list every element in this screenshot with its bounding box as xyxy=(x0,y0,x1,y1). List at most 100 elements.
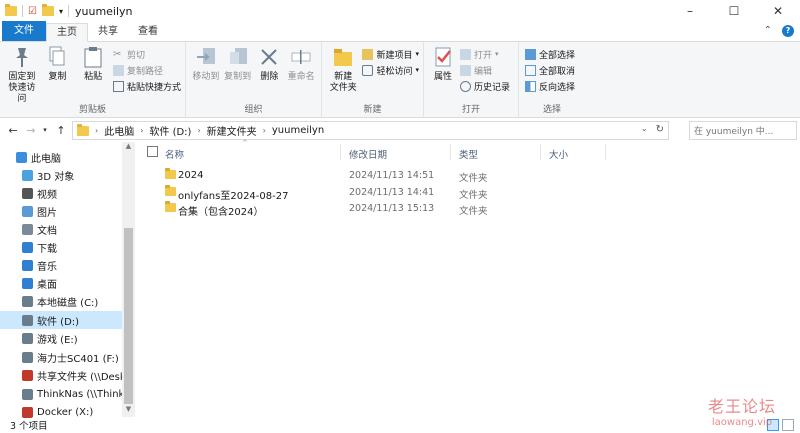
scroll-down-icon[interactable]: ▼ xyxy=(122,405,135,417)
status-bar: 3 个项目 xyxy=(0,417,800,433)
watermark-url: laowang.vip xyxy=(711,417,773,428)
nav-item[interactable]: 图片 xyxy=(0,202,122,220)
nav-item-label: 文档 xyxy=(37,225,57,237)
file-row[interactable]: onlyfans至2024-08-27 2024/11/13 14:41 文件夹 xyxy=(140,184,660,202)
nav-item-label: 图片 xyxy=(37,207,57,219)
scissors-icon: ✂ xyxy=(112,48,122,60)
file-row[interactable]: 2024 2024/11/13 14:51 文件夹 xyxy=(140,167,660,184)
maximize-button[interactable]: ☐ xyxy=(712,0,756,22)
select-none-button[interactable]: 全部取消 xyxy=(525,63,575,77)
cut-button[interactable]: ✂ 剪切 xyxy=(113,47,181,61)
collapse-ribbon-icon[interactable]: ⌃ xyxy=(764,25,772,37)
nav-item[interactable]: 3D 对象 xyxy=(0,166,122,184)
nav-item[interactable]: 游戏 (E:) xyxy=(0,329,122,347)
file-name: 2024 xyxy=(178,170,204,181)
window-title: yuumeilyn xyxy=(74,4,133,18)
edit-button[interactable]: 编辑 xyxy=(460,63,510,77)
nav-item-label: 软件 (D:) xyxy=(37,316,80,328)
navigation-pane: 此电脑 3D 对象 视频图片文档 下载 音乐 桌面本地磁盘 (C:) 软件 (D:) 游戏 (… xyxy=(0,142,135,418)
copy-path-button[interactable]: 复制路径 xyxy=(112,63,181,77)
refresh-icon[interactable]: ↻ xyxy=(656,124,664,135)
up-arrow-icon[interactable]: ↑ xyxy=(54,124,68,137)
minimize-button[interactable]: – xyxy=(668,0,712,22)
nav-item[interactable]: 海力士SC401 (F:) xyxy=(0,348,122,366)
address-bar[interactable]: › 此电脑 › 软件 (D:) › 新建文件夹 › yuumeilyn ⌄ ↻ xyxy=(72,121,669,140)
tab-share[interactable]: 共享 xyxy=(88,23,128,41)
properties-check-icon[interactable]: ☑ xyxy=(28,6,37,17)
drive-icon xyxy=(22,351,33,363)
nav-item-label: 本地磁盘 (C:) xyxy=(37,297,99,309)
music-icon xyxy=(22,259,33,271)
nav-item[interactable]: 共享文件夹 (\\Deskt xyxy=(0,366,122,384)
move-to-icon xyxy=(196,48,215,64)
column-divider[interactable] xyxy=(450,144,451,160)
watermark: 老王论坛 laowang.vip xyxy=(708,393,776,428)
nav-item[interactable]: 本地磁盘 (C:) xyxy=(0,292,122,310)
large-icons-view-icon[interactable] xyxy=(782,419,794,431)
open-group: 属性 打开 ▾ 编辑 历史记录 打开 xyxy=(424,42,519,118)
history-button[interactable]: 历史记录 xyxy=(460,79,510,93)
paste-shortcut-button[interactable]: 粘贴快捷方式 xyxy=(112,79,181,93)
breadcrumb-current[interactable]: yuumeilyn xyxy=(272,125,324,136)
customize-dropdown-icon[interactable]: ▾ xyxy=(59,7,63,16)
invert-selection-button[interactable]: 反向选择 xyxy=(525,79,575,93)
nav-item[interactable]: 下载 xyxy=(0,238,122,256)
watermark-title: 老王论坛 xyxy=(708,397,777,416)
column-type[interactable]: 类型 xyxy=(459,147,478,161)
nav-item[interactable]: 桌面 xyxy=(0,274,122,292)
help-icon[interactable]: ? xyxy=(782,25,794,37)
ribbon: 固定到 快速访问 复制 粘贴 ✂ 剪切 复制路径 粘贴快捷方式 剪贴板 移动到 复… xyxy=(0,42,800,118)
scroll-thumb[interactable] xyxy=(124,228,133,404)
file-row[interactable]: 合集（包含2024） 2024/11/13 15:13 文件夹 xyxy=(140,200,660,218)
nav-item[interactable]: 音乐 xyxy=(0,256,122,274)
new-item-button[interactable]: 新建项目 ▾ xyxy=(362,47,419,61)
column-modified[interactable]: 修改日期 xyxy=(349,147,387,161)
column-name[interactable]: 名称 xyxy=(165,147,184,161)
desktop-icon xyxy=(22,277,33,289)
paste-shortcut-label: 粘贴快捷方式 xyxy=(126,82,181,93)
column-divider[interactable] xyxy=(540,144,541,160)
new-item-icon xyxy=(362,48,374,60)
address-dropdown-icon[interactable]: ⌄ xyxy=(641,124,648,135)
paste-label: 粘贴 xyxy=(84,72,103,82)
copy-to-icon xyxy=(229,48,247,64)
select-all-checkbox[interactable] xyxy=(147,146,158,157)
nav-item-label: ThinkNas (\\ThinkN xyxy=(37,388,122,400)
scroll-up-icon[interactable]: ▲ xyxy=(122,142,135,154)
nav-item-label: 游戏 (E:) xyxy=(37,334,78,346)
column-divider[interactable] xyxy=(340,144,341,160)
nav-item-label: 海力士SC401 (F:) xyxy=(37,353,119,365)
copy-label: 复制 xyxy=(48,72,67,82)
nav-scrollbar[interactable]: ▲ ▼ xyxy=(122,142,135,417)
back-arrow-icon[interactable]: ← xyxy=(6,124,20,137)
column-divider[interactable] xyxy=(605,144,606,160)
nav-item[interactable]: 此电脑 xyxy=(0,148,122,166)
open-button[interactable]: 打开 ▾ xyxy=(460,47,510,61)
search-box[interactable]: 在 yuumeilyn 中... xyxy=(689,121,797,140)
rename-label: 重命名 xyxy=(287,72,315,82)
breadcrumb-this-pc[interactable]: 此电脑 xyxy=(104,123,134,138)
recent-locations-icon[interactable]: ▾ xyxy=(38,126,52,134)
easy-access-icon xyxy=(362,64,374,76)
tab-home[interactable]: 主页 xyxy=(46,23,88,42)
forward-arrow-icon[interactable]: → xyxy=(24,124,38,137)
breadcrumb-drive-d[interactable]: 软件 (D:) xyxy=(149,123,191,138)
close-button[interactable]: ✕ xyxy=(756,0,800,22)
clipboard-group-label: 剪贴板 xyxy=(78,105,106,115)
tab-view[interactable]: 查看 xyxy=(128,23,168,41)
tab-file[interactable]: 文件 xyxy=(2,21,46,41)
nav-item[interactable]: ThinkNas (\\ThinkN xyxy=(0,385,122,403)
open-icon xyxy=(460,48,471,60)
new-folder-quick-icon[interactable] xyxy=(41,4,54,16)
breadcrumb-new-folder[interactable]: 新建文件夹 xyxy=(207,123,257,138)
nav-item[interactable]: 视频 xyxy=(0,184,122,202)
drive-icon xyxy=(22,332,33,344)
nav-item[interactable]: 文档 xyxy=(0,220,122,238)
nav-item[interactable]: 软件 (D:) xyxy=(0,311,122,329)
network-drive-icon xyxy=(22,388,33,400)
column-size[interactable]: 大小 xyxy=(549,147,568,161)
select-all-button[interactable]: 全部选择 xyxy=(525,47,575,61)
pin-label: 固定到 快速访问 xyxy=(8,72,36,104)
column-header: ^ 名称 修改日期 类型 大小 xyxy=(140,139,800,162)
easy-access-button[interactable]: 轻松访问 ▾ xyxy=(362,63,419,77)
